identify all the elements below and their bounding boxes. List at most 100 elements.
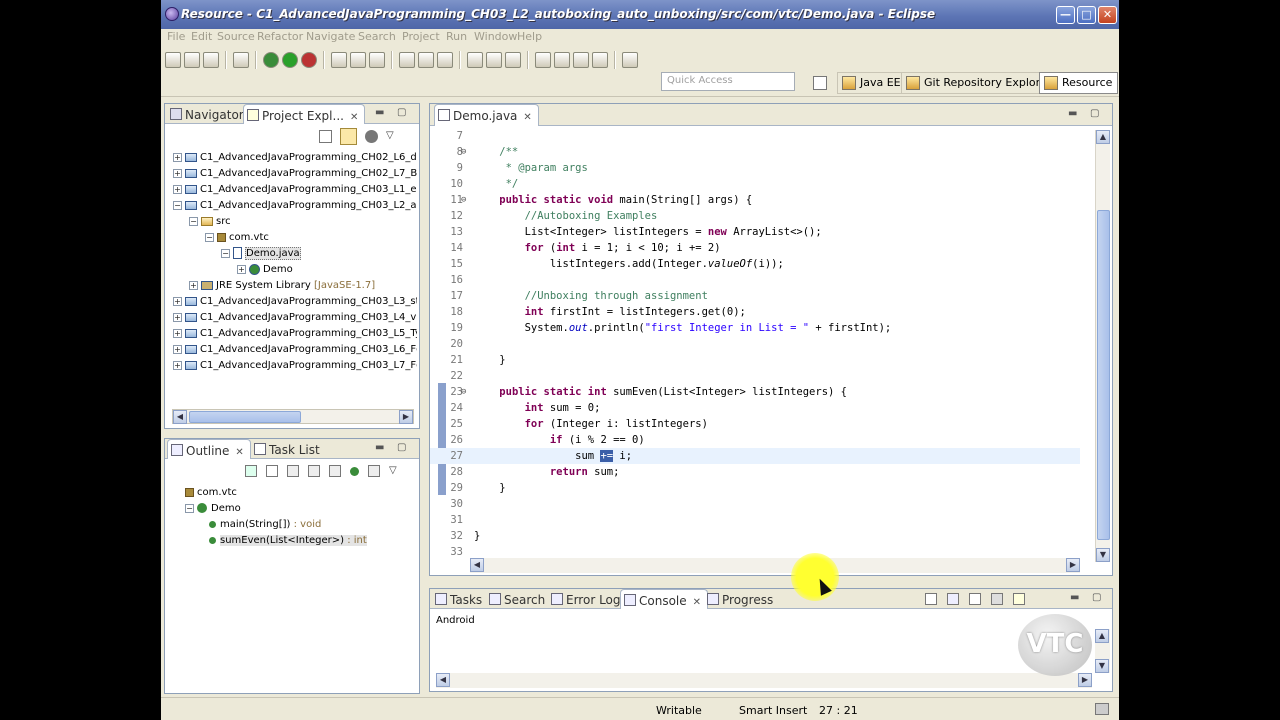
tab-project-explorer[interactable]: Project Expl... ✕: [243, 104, 366, 124]
prev-annotation-icon[interactable]: [554, 52, 570, 68]
menu-edit[interactable]: Edit: [191, 30, 212, 43]
tree-item[interactable]: + C1_AdvancedJavaProgramming_CH03_L5_Ty: [173, 326, 417, 342]
tab-task-list[interactable]: Task List: [251, 439, 326, 459]
collapse-all-icon[interactable]: [266, 465, 278, 477]
collapse-icon[interactable]: −: [221, 248, 230, 258]
expand-icon[interactable]: +: [173, 360, 182, 370]
expand-icon[interactable]: +: [189, 280, 198, 290]
run-external-icon[interactable]: [301, 52, 317, 68]
scroll-thumb[interactable]: [1097, 210, 1110, 540]
expand-icon[interactable]: +: [173, 184, 182, 194]
menu-search[interactable]: Search: [358, 30, 396, 43]
menu-navigate[interactable]: Navigate: [306, 30, 355, 43]
tree-item[interactable]: − src: [189, 214, 231, 230]
menu-help[interactable]: Help: [517, 30, 542, 43]
outline-item[interactable]: − Demo: [185, 501, 241, 517]
tab-tasks[interactable]: Tasks: [432, 589, 488, 609]
scroll-down-icon[interactable]: ▼: [1095, 659, 1109, 673]
forward-icon[interactable]: [592, 52, 608, 68]
expand-icon[interactable]: +: [173, 312, 182, 322]
fold-toggle-icon[interactable]: ⊖: [461, 192, 466, 208]
pin-console-icon[interactable]: [969, 593, 981, 605]
minimize-view-icon[interactable]: ▬: [1070, 592, 1079, 603]
tree-item[interactable]: + C1_AdvancedJavaProgramming_CH03_L1_er: [173, 182, 417, 198]
expand-icon[interactable]: +: [237, 264, 246, 274]
collapse-icon[interactable]: −: [185, 503, 194, 513]
horizontal-scrollbar[interactable]: ◀ ▶: [172, 409, 414, 424]
open-console-icon[interactable]: [1013, 593, 1025, 605]
minimize-view-icon[interactable]: ▬: [375, 442, 384, 453]
tab-progress[interactable]: Progress: [704, 589, 779, 609]
hide-fields-icon[interactable]: [287, 465, 299, 477]
menu-window[interactable]: Window: [474, 30, 517, 43]
scroll-left-icon[interactable]: ◀: [470, 558, 484, 572]
tab-error-log[interactable]: Error Log: [548, 589, 627, 609]
toggle-mark-icon[interactable]: [467, 52, 483, 68]
new-server-icon[interactable]: [233, 52, 249, 68]
editor-vertical-scrollbar[interactable]: ▲ ▼: [1095, 130, 1110, 562]
close-tab-icon[interactable]: ✕: [235, 447, 243, 458]
chevron-down-icon[interactable]: ▽: [389, 465, 397, 477]
expand-icon[interactable]: +: [173, 296, 182, 306]
tab-console[interactable]: Console ✕: [620, 589, 709, 609]
new-class-icon[interactable]: [369, 52, 385, 68]
link-with-editor-icon[interactable]: [340, 128, 357, 145]
menu-file[interactable]: File: [167, 30, 185, 43]
toggle-block-icon[interactable]: [486, 52, 502, 68]
tree-item[interactable]: + JRE System Library [JavaSE-1.7]: [189, 278, 375, 294]
close-tab-icon[interactable]: ✕: [350, 112, 358, 123]
scroll-up-icon[interactable]: ▲: [1096, 130, 1110, 144]
expand-icon[interactable]: +: [173, 152, 182, 162]
menu-project[interactable]: Project: [402, 30, 440, 43]
minimize-editor-icon[interactable]: ▬: [1068, 108, 1077, 119]
expand-icon[interactable]: +: [173, 328, 182, 338]
close-button[interactable]: ✕: [1098, 6, 1117, 24]
outline-item[interactable]: com.vtc: [185, 485, 237, 501]
show-whitespace-icon[interactable]: [505, 52, 521, 68]
collapse-all-icon[interactable]: [319, 130, 332, 143]
tab-demo-java[interactable]: Demo.java ✕: [434, 104, 539, 126]
tree-item[interactable]: + Demo: [237, 262, 293, 278]
open-type-icon[interactable]: [399, 52, 415, 68]
menu-refactor[interactable]: Refactor: [257, 30, 303, 43]
scroll-right-icon[interactable]: ▶: [1078, 673, 1092, 687]
title-bar[interactable]: Resource - C1_AdvancedJavaProgramming_CH…: [161, 0, 1119, 29]
maximize-editor-icon[interactable]: ▢: [1090, 108, 1099, 119]
scroll-lock-icon[interactable]: [947, 593, 959, 605]
tree-item[interactable]: + C1_AdvancedJavaProgramming_CH03_L3_st: [173, 294, 417, 310]
open-perspective-icon[interactable]: [813, 76, 827, 90]
scroll-left-icon[interactable]: ◀: [173, 410, 187, 424]
scroll-up-icon[interactable]: ▲: [1095, 629, 1109, 643]
scroll-down-icon[interactable]: ▼: [1096, 548, 1110, 562]
fold-toggle-icon[interactable]: ⊖: [461, 384, 466, 400]
restore-button[interactable]: □: [1077, 6, 1096, 24]
save-icon[interactable]: [184, 52, 200, 68]
close-tab-icon[interactable]: ✕: [523, 112, 531, 123]
menu-run[interactable]: Run: [446, 30, 467, 43]
tree-item[interactable]: + C1_AdvancedJavaProgramming_CH03_L4_va: [173, 310, 417, 326]
tree-item[interactable]: − Demo.java: [221, 246, 301, 262]
tab-outline[interactable]: Outline ✕: [167, 439, 251, 459]
tree-item[interactable]: − C1_AdvancedJavaProgramming_CH03_L2_au: [173, 198, 417, 214]
collapse-icon[interactable]: −: [205, 232, 214, 242]
clear-console-icon[interactable]: [925, 593, 937, 605]
tree-item[interactable]: + C1_AdvancedJavaProgramming_CH02_L7_Bu: [173, 166, 417, 182]
expand-icon[interactable]: +: [173, 168, 182, 178]
open-task-icon[interactable]: [418, 52, 434, 68]
fold-toggle-icon[interactable]: ⊖: [461, 144, 466, 160]
collapse-icon[interactable]: −: [173, 200, 182, 210]
hide-static-icon[interactable]: [308, 465, 320, 477]
run-icon[interactable]: [282, 52, 298, 68]
minimize-button[interactable]: —: [1056, 6, 1075, 24]
maximize-view-icon[interactable]: ▢: [397, 442, 406, 453]
scroll-thumb[interactable]: [189, 411, 301, 423]
scroll-left-icon[interactable]: ◀: [436, 673, 450, 687]
search-icon[interactable]: [437, 52, 453, 68]
link-with-editor-icon[interactable]: [368, 465, 380, 477]
menu-source[interactable]: Source: [217, 30, 255, 43]
tree-item[interactable]: − com.vtc: [205, 230, 269, 246]
perspective-resource[interactable]: Resource: [1039, 72, 1119, 94]
outline-item[interactable]: sumEven(List<Integer>) : int: [209, 533, 367, 549]
scroll-right-icon[interactable]: ▶: [399, 410, 413, 424]
tree-item[interactable]: + C1_AdvancedJavaProgramming_CH03_L7_Fc: [173, 358, 417, 374]
